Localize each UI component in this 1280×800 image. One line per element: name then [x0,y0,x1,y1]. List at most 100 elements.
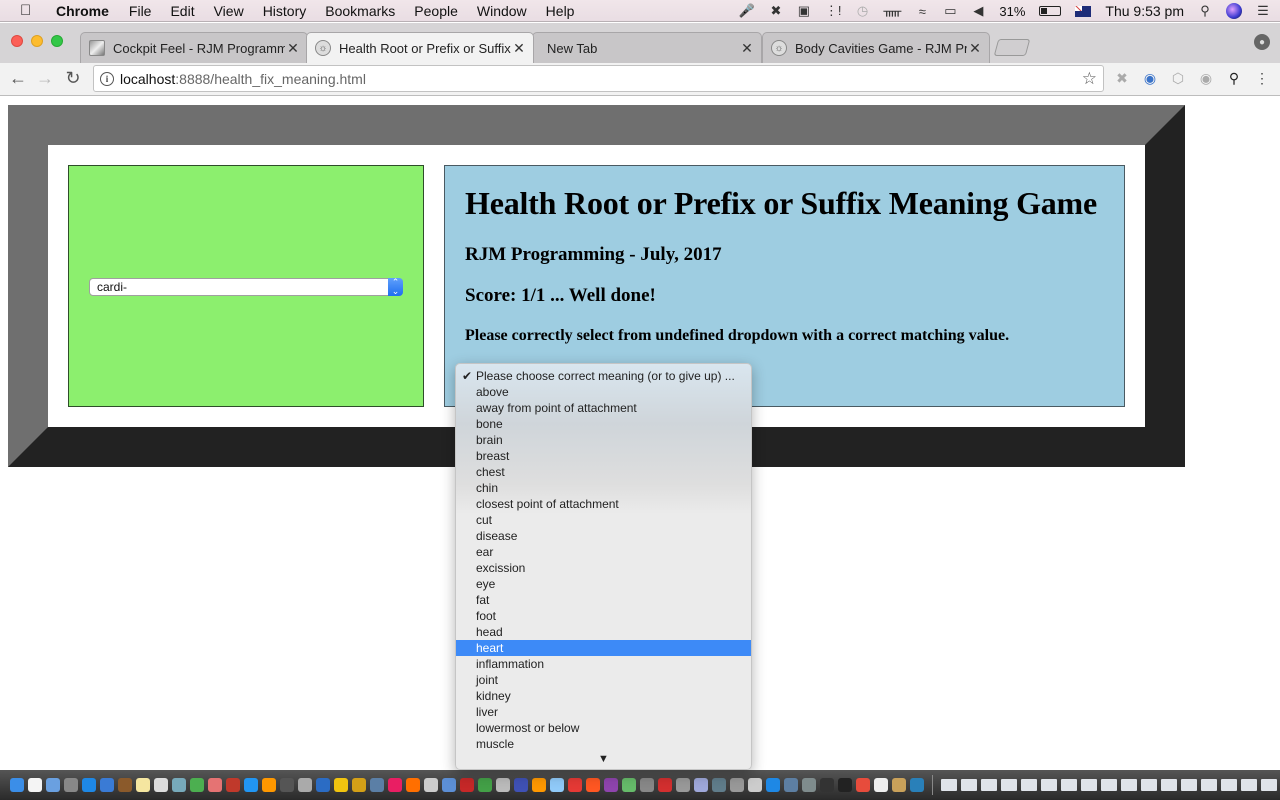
dropdown-option[interactable]: bone [456,416,751,432]
dock-app-icon[interactable] [388,778,402,792]
reload-icon[interactable]: ↻ [62,67,84,89]
menu-file[interactable]: File [129,3,152,19]
dropdown-option[interactable]: muscle [456,736,751,752]
apple-logo-icon[interactable]:  [20,2,36,19]
battery-percent[interactable]: 31% [999,4,1025,19]
clock[interactable]: Thu 9:53 pm [1105,3,1184,19]
dropdown-option[interactable]: head [456,624,751,640]
dropdown-option[interactable]: breast [456,448,751,464]
dock-app-icon[interactable] [820,778,834,792]
dropdown-option[interactable]: excission [456,560,751,576]
profile-icon[interactable]: ● [1254,34,1270,50]
menu-people[interactable]: People [414,3,458,19]
menu-bookmarks[interactable]: Bookmarks [325,3,395,19]
dock-app-icon[interactable] [280,778,294,792]
tab-close-icon[interactable]: ✕ [967,40,983,57]
dropdown-option[interactable]: chest [456,464,751,480]
dock-app-icon[interactable] [136,778,150,792]
dock-app-icon[interactable] [766,778,780,792]
dock-app-icon[interactable] [154,778,168,792]
dock-app-icon[interactable] [352,778,366,792]
audio-icon[interactable]: ▣ [797,3,811,19]
dock-minimized-window-icon[interactable] [1221,779,1237,791]
dock-app-icon[interactable] [910,778,924,792]
extension-glasses-icon[interactable]: ◉ [1197,69,1215,87]
airplay-icon[interactable]: ▭ [943,3,957,19]
dock-app-icon[interactable] [460,778,474,792]
dock-app-icon[interactable] [514,778,528,792]
menu-edit[interactable]: Edit [170,3,194,19]
dock-minimized-window-icon[interactable] [981,779,997,791]
dock-app-icon[interactable] [532,778,546,792]
dock-minimized-window-icon[interactable] [941,779,957,791]
dropdown-option[interactable]: brain [456,432,751,448]
dock-app-icon[interactable] [82,778,96,792]
tab-cockpit-feel[interactable]: Cockpit Feel - RJM Programming ✕ [80,32,308,63]
dropdown-option[interactable]: joint [456,672,751,688]
dock-app-icon[interactable] [586,778,600,792]
new-tab-button[interactable] [993,39,1031,56]
dock-app-icon[interactable] [298,778,312,792]
dock-minimized-window-icon[interactable] [1001,779,1017,791]
dock-app-icon[interactable] [856,778,870,792]
dock-app-icon[interactable] [64,778,78,792]
dropdown-option[interactable]: ✔ Please choose correct meaning (or to gi… [456,368,751,384]
dock-app-icon[interactable] [730,778,744,792]
dock-minimized-window-icon[interactable] [1161,779,1177,791]
dropdown-option[interactable]: chin [456,480,751,496]
dock-app-icon[interactable] [892,778,906,792]
dock-app-icon[interactable] [802,778,816,792]
bars-icon[interactable]: ⋮! [825,3,842,19]
dock-app-icon[interactable] [550,778,564,792]
dock-app-icon[interactable] [262,778,276,792]
chrome-menu-icon[interactable]: ⋮ [1253,69,1271,87]
dropdown-option[interactable]: inflammation [456,656,751,672]
extension-avast-icon[interactable]: ✖ [1113,69,1131,87]
battery-icon[interactable] [1039,6,1062,16]
time-machine-icon[interactable]: ◷ [856,3,870,19]
dock-app-icon[interactable] [190,778,204,792]
forward-arrow-icon[interactable]: → [34,67,56,89]
root-select[interactable]: cardi- ⌃ ⌄ [89,278,403,296]
dock-minimized-window-icon[interactable] [1181,779,1197,791]
extension-cube-icon[interactable]: ⬡ [1169,69,1187,87]
search-icon[interactable]: ⚲ [1225,69,1243,87]
volume-icon[interactable]: ◀ [971,3,985,19]
bluetooth-icon[interactable]: ᚅ [884,3,902,19]
tab-close-icon[interactable]: ✕ [285,40,301,57]
dropdown-option[interactable]: lowermost or below [456,720,751,736]
meaning-dropdown-menu[interactable]: ✔ Please choose correct meaning (or to gi… [455,363,752,770]
dock-minimized-window-icon[interactable] [1101,779,1117,791]
dropdown-option[interactable]: foot [456,608,751,624]
dropdown-option[interactable]: liver [456,704,751,720]
dock-minimized-window-icon[interactable] [1201,779,1217,791]
dock-app-icon[interactable] [424,778,438,792]
dock-app-icon[interactable] [316,778,330,792]
dock-minimized-window-icon[interactable] [961,779,977,791]
dropdown-option[interactable]: away from point of attachment [456,400,751,416]
dock-app-icon[interactable] [478,778,492,792]
dropdown-option[interactable]: eye [456,576,751,592]
minimize-window-button[interactable] [31,35,43,47]
dock-app-icon[interactable] [10,778,24,792]
menu-view[interactable]: View [214,3,244,19]
dock-app-icon[interactable] [406,778,420,792]
zoom-window-button[interactable] [51,35,63,47]
dock-app-icon[interactable] [604,778,618,792]
dock-app-icon[interactable] [874,778,888,792]
dropdown-option[interactable]: kidney [456,688,751,704]
dock-app-icon[interactable] [784,778,798,792]
menu-chrome[interactable]: Chrome [56,3,109,19]
dock-app-icon[interactable] [640,778,654,792]
address-bar[interactable]: i localhost:8888/health_fix_meaning.html… [93,65,1104,92]
siri-icon[interactable] [1226,3,1242,19]
tab-close-icon[interactable]: ✕ [511,40,527,57]
dock-app-icon[interactable] [676,778,690,792]
dock-minimized-window-icon[interactable] [1061,779,1077,791]
dock-app-icon[interactable] [712,778,726,792]
dock-app-icon[interactable] [334,778,348,792]
dropdown-option[interactable]: ear [456,544,751,560]
scroll-down-arrow-icon[interactable]: ▼ [456,753,751,765]
dock-app-icon[interactable] [568,778,582,792]
dock-app-icon[interactable] [694,778,708,792]
